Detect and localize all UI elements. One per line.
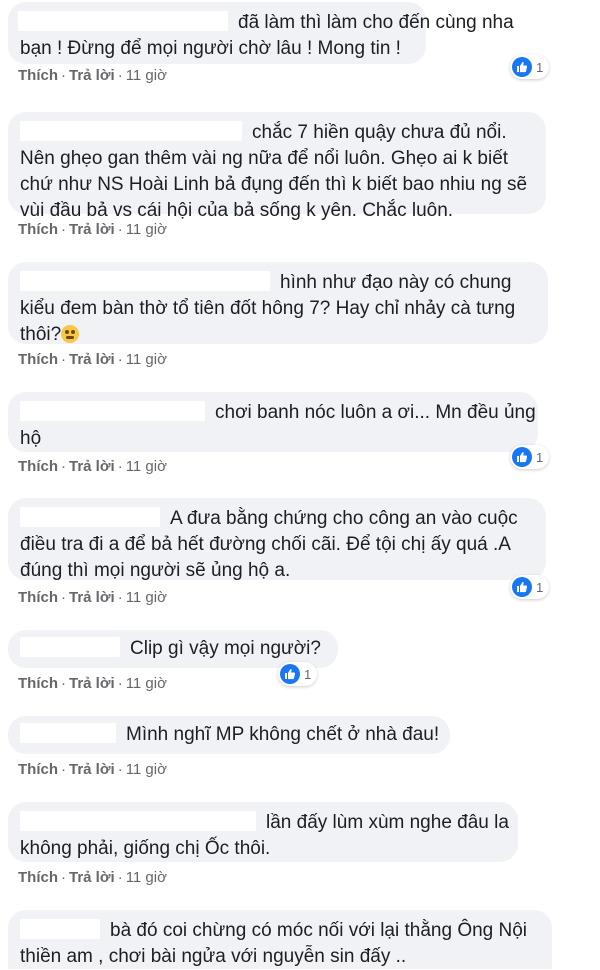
like-count: 1 — [536, 449, 544, 465]
reaction-count[interactable]: 1 — [278, 662, 318, 686]
comment-bubble: đã làm thì làm cho đến cùng nha bạn ! Đừ… — [8, 2, 514, 64]
reply-button[interactable]: Trả lời — [69, 761, 115, 778]
comment-text: bà đó coi chừng có móc nối với lại thằng… — [110, 920, 528, 941]
comment-bubble: chắc 7 hiền quậy chưa đủ nổi. Nên ghẹo g… — [8, 112, 546, 221]
comment-actions: Thích · Trả lời · 11 giờ — [18, 869, 167, 886]
like-reaction-icon — [512, 447, 532, 467]
comment-actions: Thích · Trả lời · 11 giờ — [18, 675, 167, 692]
reply-button[interactable]: Trả lời — [69, 67, 115, 84]
reaction-count[interactable]: 1 — [510, 575, 550, 599]
comment-text: đã làm thì làm cho đến cùng nha — [238, 12, 514, 33]
comment-bubble: Mình nghĩ MP không chết ở nhà đau! — [8, 716, 450, 754]
commenter-name-redacted[interactable] — [20, 723, 116, 743]
reaction-count[interactable]: 1 — [510, 55, 550, 79]
comment-text: không phải, giống chị Ốc thôi. — [20, 838, 271, 859]
like-count: 1 — [304, 666, 312, 682]
comment-text: Mình nghĩ MP không chết ở nhà đau! — [126, 724, 440, 745]
timestamp[interactable]: 11 giờ — [126, 869, 167, 886]
reply-button[interactable]: Trả lời — [69, 589, 115, 606]
like-reaction-icon — [280, 664, 300, 684]
comment-actions: Thích · Trả lời · 11 giờ — [18, 761, 167, 778]
commenter-name-redacted[interactable] — [20, 271, 270, 291]
comment-text: chắc 7 hiền quậy chưa đủ nổi. — [252, 122, 507, 143]
comment-text: lần đấy lùm xùm nghe đâu la — [266, 812, 509, 833]
comment-bubble: A đưa bằng chứng cho công an vào cuộc đi… — [8, 498, 546, 581]
comment-bubble: hình như đạo này có chung kiểu đem bàn t… — [8, 262, 548, 345]
commenter-name-redacted[interactable] — [20, 401, 205, 421]
comment-text: thôi? — [20, 324, 62, 345]
reply-button[interactable]: Trả lời — [69, 869, 115, 886]
timestamp[interactable]: 11 giờ — [126, 675, 167, 692]
like-button[interactable]: Thích — [18, 67, 58, 84]
reaction-count[interactable]: 1 — [510, 445, 550, 469]
reply-button[interactable]: Trả lời — [69, 351, 115, 368]
like-button[interactable]: Thích — [18, 458, 58, 475]
reply-button[interactable]: Trả lời — [69, 458, 115, 475]
comment-text: chứ như NS Hoài Linh bả đụng đến thì k b… — [20, 174, 528, 195]
comment-text: Nên ghẹo gan thêm vài ng nữa để nổi luôn… — [20, 148, 509, 169]
comment-text: thiền am , chơi bài ngửa với nguyễn sin … — [20, 946, 407, 967]
face-with-spiral-eyes-icon — [61, 325, 80, 343]
comment-actions: Thích · Trả lời · 11 giờ — [18, 351, 167, 368]
timestamp[interactable]: 11 giờ — [126, 458, 167, 475]
commenter-name-redacted[interactable] — [20, 507, 160, 527]
timestamp[interactable]: 11 giờ — [126, 589, 167, 606]
timestamp[interactable]: 11 giờ — [126, 67, 167, 84]
comment-text: bạn ! Đừng để mọi người chờ lâu ! Mong t… — [20, 38, 401, 59]
comment-text: Clip gì vậy mọi người? — [130, 638, 321, 659]
comment-actions: Thích · Trả lời · 11 giờ — [18, 589, 167, 606]
commenter-name-redacted[interactable] — [20, 811, 256, 831]
comment-actions: Thích · Trả lời · 11 giờ — [18, 221, 167, 238]
like-count: 1 — [536, 579, 544, 595]
like-button[interactable]: Thích — [18, 351, 58, 368]
commenter-name-redacted[interactable] — [20, 121, 242, 141]
comment-actions: Thích · Trả lời · 11 giờ — [18, 67, 167, 84]
comment-bubble: lần đấy lùm xùm nghe đâu la không phải, … — [8, 802, 518, 862]
like-button[interactable]: Thích — [18, 675, 58, 692]
like-button[interactable]: Thích — [18, 589, 58, 606]
reply-button[interactable]: Trả lời — [69, 221, 115, 238]
comment-text: A đưa bằng chứng cho công an vào cuộc — [170, 508, 518, 529]
comment-bubble: bà đó coi chừng có móc nối với lại thằng… — [8, 910, 552, 969]
timestamp[interactable]: 11 giờ — [126, 761, 167, 778]
like-reaction-icon — [512, 57, 532, 77]
comment-bubble: chơi banh nóc luôn a ơi... Mn đều ủng hộ — [8, 392, 538, 452]
like-button[interactable]: Thích — [18, 221, 58, 238]
like-count: 1 — [536, 59, 544, 75]
comment-text: chơi banh nóc luôn a ơi... Mn đều ủng — [215, 402, 536, 423]
commenter-name-redacted[interactable] — [18, 11, 228, 31]
comment-text: kiểu đem bàn thờ tổ tiên đốt hông 7? Hay… — [20, 298, 516, 319]
like-button[interactable]: Thích — [18, 869, 58, 886]
comment-text: hình như đạo này có chung — [280, 272, 512, 293]
comment-text: hộ — [20, 428, 42, 449]
comment-actions: Thích · Trả lời · 11 giờ — [18, 458, 167, 475]
timestamp[interactable]: 11 giờ — [126, 221, 167, 238]
reply-button[interactable]: Trả lời — [69, 675, 115, 692]
like-reaction-icon — [512, 577, 532, 597]
like-button[interactable]: Thích — [18, 761, 58, 778]
comment-text: điều tra đi a để bả hết đường chối cãi. … — [20, 534, 511, 555]
comment-text: đúng thì mọi người sẽ ủng hộ a. — [20, 560, 291, 581]
commenter-name-redacted[interactable] — [20, 637, 120, 657]
timestamp[interactable]: 11 giờ — [126, 351, 167, 368]
commenter-name-redacted[interactable] — [20, 919, 100, 939]
